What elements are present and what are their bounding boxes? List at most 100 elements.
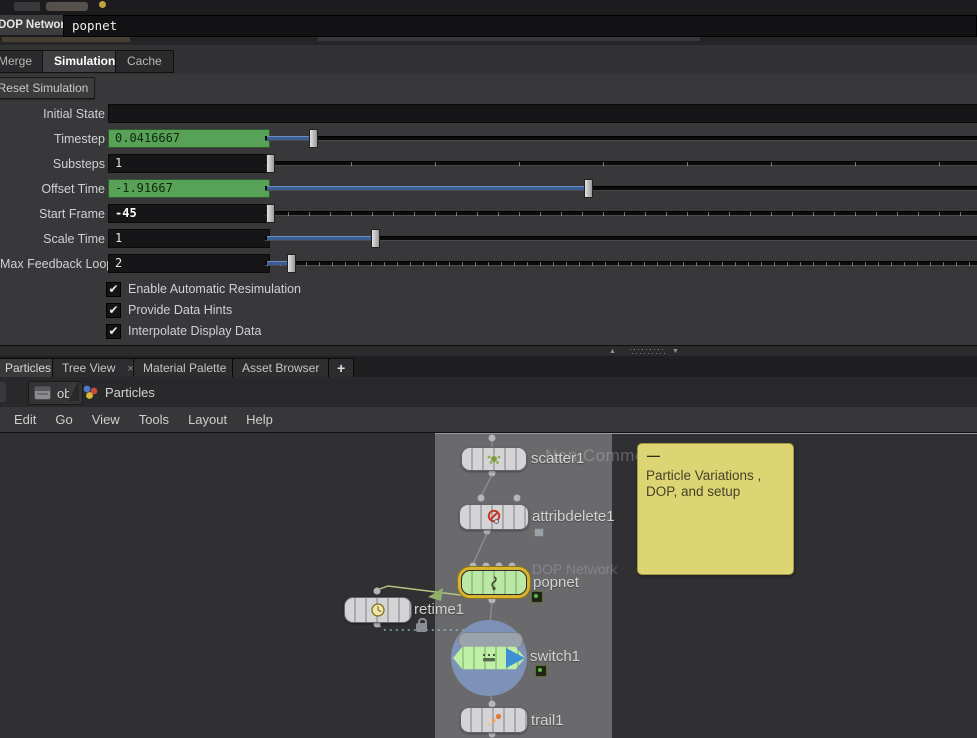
pane-tab-tree-view[interactable]: Tree View×	[52, 358, 144, 377]
tab-merge[interactable]: Merge	[0, 50, 44, 73]
menu-view[interactable]: View	[92, 412, 120, 427]
popnet-input-dot[interactable]	[509, 563, 516, 570]
start-frame-slider[interactable]	[265, 204, 977, 221]
timestep-slider[interactable]	[265, 129, 977, 146]
slider-handle[interactable]	[371, 229, 380, 248]
node-switch1[interactable]	[453, 644, 525, 672]
checkbox-row-provide-data-hints: ✔ Provide Data Hints	[0, 302, 500, 322]
operator-name-field[interactable]: popnet	[63, 15, 977, 37]
slider-ticks	[267, 262, 977, 266]
slider-ticks	[267, 212, 977, 216]
network-menu-bar: Edit Go View Tools Layout Help	[0, 407, 977, 433]
network-path-bar: obj Particles	[0, 377, 977, 408]
slider-fill	[267, 236, 373, 240]
max-feedback-loops-slider[interactable]	[265, 254, 977, 271]
breadcrumb-separator	[69, 383, 79, 401]
switch-flag-badge[interactable]	[535, 665, 547, 677]
parameter-tab-bar: Merge Simulation Cache	[0, 45, 977, 74]
sticky-note[interactable]: — Particle Variations , DOP, and setup	[637, 443, 794, 575]
reset-simulation-button[interactable]: Reset Simulation	[0, 77, 95, 99]
popnet-input-dot[interactable]	[496, 563, 503, 570]
slider-handle[interactable]	[287, 254, 296, 273]
retime-input-dot[interactable]	[374, 588, 381, 595]
slider-ticks	[267, 162, 977, 166]
node-label-scatter1[interactable]: scatter1	[531, 450, 584, 467]
start-frame-input[interactable]: -45	[108, 204, 270, 223]
node-label-trail1[interactable]: trail1	[531, 712, 564, 729]
wire-attribdelete-popnet[interactable]	[473, 533, 487, 564]
lock-icon[interactable]	[416, 623, 427, 632]
slider-handle[interactable]	[266, 204, 275, 223]
substeps-slider[interactable]	[265, 154, 977, 171]
param-row-max-feedback-loops: Max Feedback Loops 2	[0, 253, 977, 278]
provide-data-hints-checkbox[interactable]: ✔	[106, 303, 121, 318]
attribdelete-badge-icon[interactable]	[534, 528, 544, 537]
menu-go[interactable]: Go	[55, 412, 72, 427]
wire-scatter-attribdelete[interactable]	[481, 475, 492, 496]
slider-handle[interactable]	[266, 154, 275, 173]
node-label-popnet[interactable]: popnet	[533, 574, 579, 591]
max-feedback-loops-input[interactable]: 2	[108, 254, 270, 273]
checkbox-row-enable-automatic-resimulation: ✔ Enable Automatic Resimulation	[0, 281, 500, 301]
node-retime1[interactable]	[344, 597, 412, 623]
check-icon: ✔	[108, 324, 118, 338]
substeps-input[interactable]: 1	[108, 154, 270, 173]
operator-header: DOP Network popnet	[0, 13, 977, 37]
initial-state-input[interactable]	[108, 104, 977, 123]
param-row-offset-time: Offset Time -1.91667	[0, 178, 977, 203]
attribdelete-input2-dot[interactable]	[514, 495, 521, 502]
popnet-flag-badge[interactable]	[531, 591, 543, 603]
switch-input-bar[interactable]	[458, 632, 523, 649]
scale-time-input[interactable]: 1	[108, 229, 270, 248]
popnet-icon	[488, 575, 500, 591]
slider-track	[265, 136, 977, 141]
breadcrumb-leaf[interactable]: Particles	[82, 381, 155, 403]
param-label: Substeps	[0, 157, 105, 171]
clipped-text-fragment	[318, 37, 700, 41]
pane-tab-label: Particles	[5, 361, 51, 375]
interpolate-display-data-checkbox[interactable]: ✔	[106, 324, 121, 339]
wire-dot[interactable]	[489, 435, 496, 442]
menu-layout[interactable]: Layout	[188, 412, 227, 427]
menu-tools[interactable]: Tools	[139, 412, 169, 427]
tab-cache[interactable]: Cache	[115, 50, 174, 73]
note-collapse-icon[interactable]: —	[647, 448, 660, 463]
popnet-input-dot[interactable]	[470, 563, 477, 570]
clipped-ui-fragment	[46, 2, 88, 11]
param-label: Initial State	[0, 107, 105, 121]
slider-fill	[267, 186, 586, 190]
pane-tab-label: Material Palette	[143, 361, 226, 375]
param-label: Scale Time	[0, 232, 105, 246]
clipped-top-strip	[0, 0, 977, 14]
slider-handle[interactable]	[584, 179, 593, 198]
offset-time-input[interactable]: -1.91667	[108, 179, 270, 198]
network-editor[interactable]: Non Commercial Edition	[0, 433, 977, 738]
checkbox-row-interpolate-display-data: ✔ Interpolate Display Data	[0, 323, 500, 343]
timestep-input[interactable]: 0.0416667	[108, 129, 270, 148]
clipped-ui-fragment	[14, 2, 40, 11]
enable-automatic-resimulation-checkbox[interactable]: ✔	[106, 282, 121, 297]
node-popnet[interactable]	[461, 570, 527, 595]
slider-handle[interactable]	[309, 129, 318, 148]
popnet-input-dot[interactable]	[483, 563, 490, 570]
menu-help[interactable]: Help	[246, 412, 273, 427]
clipped-ui-fragment	[0, 382, 6, 402]
scale-time-slider[interactable]	[265, 229, 977, 246]
splitter-grip[interactable]	[630, 349, 666, 354]
param-label: Timestep	[0, 132, 105, 146]
attribdelete-input-dot[interactable]	[478, 495, 485, 502]
checkbox-label: Enable Automatic Resimulation	[128, 282, 301, 296]
offset-time-slider[interactable]	[265, 179, 977, 196]
node-trail1[interactable]	[460, 707, 528, 733]
param-row-scale-time: Scale Time 1	[0, 228, 977, 253]
param-label: Max Feedback Loops	[0, 257, 105, 271]
node-scatter1[interactable]	[461, 447, 527, 471]
clipped-node-dot	[99, 1, 106, 8]
node-label-switch1[interactable]: switch1	[530, 648, 580, 665]
switch-icon	[480, 653, 498, 663]
new-pane-tab-button[interactable]: +	[328, 358, 354, 377]
node-label-attribdelete1[interactable]: attribdelete1	[532, 508, 615, 525]
node-label-retime1[interactable]: retime1	[414, 601, 464, 618]
menu-edit[interactable]: Edit	[14, 412, 36, 427]
node-attribdelete1[interactable]	[459, 504, 529, 530]
